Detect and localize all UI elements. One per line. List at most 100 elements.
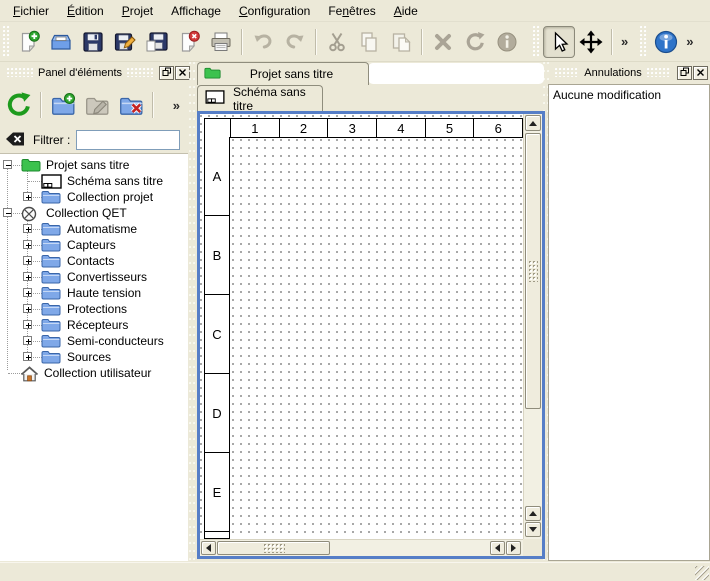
paste-button[interactable] <box>385 26 417 58</box>
scroll-left-button[interactable] <box>201 541 216 555</box>
elements-tree: Projet sans titre Schéma sans titre Coll… <box>0 153 188 561</box>
menu-edition[interactable]: Édition <box>58 1 113 21</box>
new-category-button[interactable] <box>46 88 80 122</box>
resize-grip[interactable] <box>695 566 709 580</box>
delete-category-button[interactable] <box>114 88 148 122</box>
toolbar-drag-handle[interactable] <box>533 26 540 57</box>
select-mode-button[interactable] <box>543 26 575 58</box>
toolbar-overflow-button[interactable]: » <box>682 34 697 49</box>
dock-title-texture <box>7 68 33 77</box>
vertical-scrollbar[interactable] <box>523 114 542 539</box>
undo-panel-title: Annulations <box>584 67 642 79</box>
expand-expander[interactable] <box>23 224 32 233</box>
toolbar-separator <box>40 92 42 118</box>
tree-item-contacts[interactable]: Contacts <box>0 253 188 269</box>
copy-button[interactable] <box>353 26 385 58</box>
filter-input[interactable] <box>76 130 180 150</box>
diagram-canvas[interactable]: 1 2 3 4 5 6 A B C D E <box>200 114 523 539</box>
toolbar-overflow-button[interactable]: » <box>617 34 632 49</box>
expand-expander[interactable] <box>23 304 32 313</box>
tree-item-protections[interactable]: Protections <box>0 301 188 317</box>
expand-expander[interactable] <box>23 288 32 297</box>
column-label: 5 <box>426 119 475 137</box>
move-mode-button[interactable] <box>575 26 607 58</box>
expand-expander[interactable] <box>23 256 32 265</box>
collapse-expander[interactable] <box>3 160 12 169</box>
expand-expander[interactable] <box>23 192 32 201</box>
menu-affichage[interactable]: Affichage <box>162 1 230 21</box>
tree-item-haute-tension[interactable]: Haute tension <box>0 285 188 301</box>
blue-folder-icon <box>41 286 61 303</box>
collapse-expander[interactable] <box>3 208 12 217</box>
menu-configuration[interactable]: Configuration <box>230 1 319 21</box>
horizontal-scrollbar[interactable] <box>200 539 523 556</box>
about-info-button[interactable] <box>650 26 682 58</box>
save-all-button[interactable] <box>141 26 173 58</box>
save-button[interactable] <box>77 26 109 58</box>
save-as-button[interactable] <box>109 26 141 58</box>
tab-project[interactable]: Projet sans titre <box>197 62 369 85</box>
undo-panel-titlebar[interactable]: Annulations <box>550 64 708 81</box>
reload-collections-button[interactable] <box>2 88 36 122</box>
tree-item-schema[interactable]: Schéma sans titre <box>0 173 188 189</box>
scroll-down-button[interactable] <box>525 522 541 537</box>
close-file-button[interactable] <box>173 26 205 58</box>
rotate-button[interactable] <box>459 26 491 58</box>
new-project-button[interactable] <box>13 26 45 58</box>
menu-fenetres[interactable]: Fenêtres <box>319 1 384 21</box>
expand-expander[interactable] <box>23 336 32 345</box>
delete-button[interactable] <box>427 26 459 58</box>
tree-item-convertisseurs[interactable]: Convertisseurs <box>0 269 188 285</box>
toolbar-drag-handle[interactable] <box>3 26 10 57</box>
folder-pencil-icon <box>84 92 110 118</box>
dock-title-texture <box>647 68 671 77</box>
expand-expander[interactable] <box>23 240 32 249</box>
tree-item-automatisme[interactable]: Automatisme <box>0 221 188 237</box>
qet-collection-icon <box>21 206 37 225</box>
close-panel-button[interactable] <box>175 66 190 80</box>
diagram-view[interactable]: 1 2 3 4 5 6 A B C D E <box>197 111 545 559</box>
expand-expander[interactable] <box>23 320 32 329</box>
expand-expander[interactable] <box>23 272 32 281</box>
tree-item-recepteurs[interactable]: Récepteurs <box>0 317 188 333</box>
redo-button[interactable] <box>279 26 311 58</box>
element-info-button[interactable] <box>491 26 523 58</box>
tree-item-capteurs[interactable]: Capteurs <box>0 237 188 253</box>
tree-item-sources[interactable]: Sources <box>0 349 188 365</box>
scroll-up-button[interactable] <box>525 115 541 131</box>
toolbar-drag-handle[interactable] <box>640 26 647 57</box>
menu-fichier[interactable]: Fichier <box>4 1 58 21</box>
tree-item-collection-utilisateur[interactable]: Collection utilisateur <box>0 365 188 381</box>
close-panel-button[interactable] <box>693 66 708 80</box>
scroll-up-button-2[interactable] <box>525 506 541 521</box>
tab-schema[interactable]: Schéma sans titre <box>197 85 323 111</box>
scroll-right-button[interactable] <box>506 541 521 555</box>
tree-item-collection-qet[interactable]: Collection QET <box>0 205 188 221</box>
horizontal-scroll-thumb[interactable] <box>217 541 330 555</box>
vertical-scroll-thumb[interactable] <box>525 133 541 409</box>
undo-list-item[interactable]: Aucune modification <box>549 85 709 105</box>
print-button[interactable] <box>205 26 237 58</box>
undo-button[interactable] <box>247 26 279 58</box>
tree-item-project[interactable]: Projet sans titre <box>0 157 188 173</box>
scroll-left-button-2[interactable] <box>490 541 505 555</box>
clear-filter-button[interactable] <box>4 129 26 152</box>
row-label: B <box>205 216 229 295</box>
undo-history-list[interactable]: Aucune modification <box>548 84 710 561</box>
collections-toolbar-overflow[interactable]: » <box>169 98 184 113</box>
collections-toolbar: » <box>2 86 190 124</box>
cut-button[interactable] <box>321 26 353 58</box>
menu-aide[interactable]: Aide <box>385 1 427 21</box>
menu-projet[interactable]: Projet <box>113 1 162 21</box>
printer-icon <box>209 30 233 54</box>
float-panel-button[interactable] <box>677 66 692 80</box>
splitter-left[interactable] <box>189 62 195 562</box>
float-panel-button[interactable] <box>159 66 174 80</box>
open-project-button[interactable] <box>45 26 77 58</box>
tree-item-collection-projet[interactable]: Collection projet <box>0 189 188 205</box>
expand-expander[interactable] <box>23 352 32 361</box>
edit-category-button[interactable] <box>80 88 114 122</box>
tree-item-semi-conducteurs[interactable]: Semi-conducteurs <box>0 333 188 349</box>
row-label: D <box>205 374 229 453</box>
elements-panel-titlebar[interactable]: Panel d'éléments <box>2 64 190 81</box>
